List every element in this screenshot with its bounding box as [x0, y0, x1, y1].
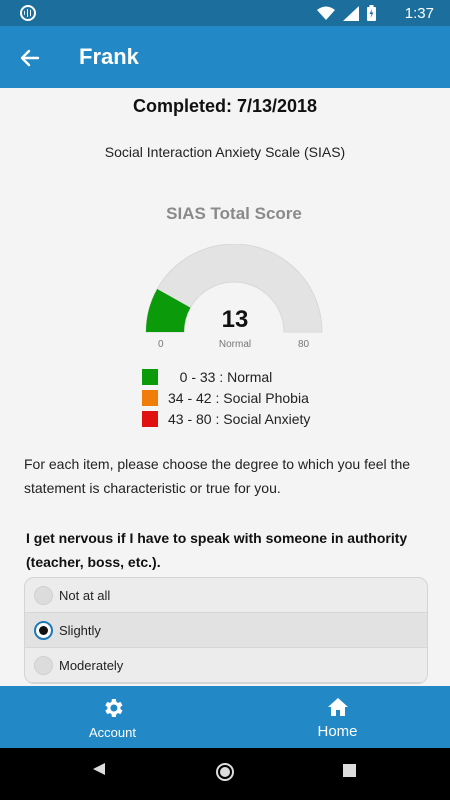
arrow-left-icon	[20, 49, 40, 67]
legend-swatch	[142, 368, 158, 385]
wifi-icon	[317, 6, 335, 20]
status-time: 1:37	[404, 5, 434, 22]
legend-item-normal: 0 - 33 : Normal	[142, 366, 310, 387]
option-label: Moderately	[59, 657, 124, 673]
status-bar: 1:37	[0, 0, 450, 26]
back-button[interactable]	[14, 42, 46, 74]
back-triangle-icon[interactable]	[92, 762, 106, 776]
home-icon	[327, 698, 348, 716]
signal-icon	[343, 5, 359, 21]
option-moderately[interactable]: Moderately	[25, 648, 427, 683]
home-circle-icon[interactable]	[215, 762, 235, 782]
legend-label: 43 - 80 : Social Anxiety	[168, 410, 311, 427]
scale-name: Social Interaction Anxiety Scale (SIAS)	[104, 144, 346, 160]
instructions-text: For each item, please choose the degree …	[24, 456, 411, 496]
nav-home-label: Home	[317, 723, 358, 740]
score-value: 13	[221, 306, 249, 333]
score-legend: 0 - 33 : Normal 34 - 42 : Social Phobia …	[142, 366, 310, 429]
option-not-at-all[interactable]: Not at all	[25, 578, 427, 613]
radio-button[interactable]	[34, 620, 53, 640]
status-icons	[317, 5, 376, 21]
nav-account[interactable]: Account	[0, 686, 225, 748]
gauge-min-label: 0	[158, 339, 164, 350]
battery-icon	[367, 5, 376, 21]
gear-icon	[104, 699, 122, 717]
legend-item-social-anxiety: 43 - 80 : Social Anxiety	[142, 408, 310, 429]
system-nav-bar	[0, 748, 450, 800]
assessment-content[interactable]: Completed: 7/13/2018 Social Interaction …	[0, 88, 450, 686]
legend-label: 0 - 33 : Normal	[168, 368, 273, 385]
legend-swatch	[142, 410, 158, 427]
score-title: SIAS Total Score	[166, 204, 302, 223]
option-label: Not at all	[59, 587, 111, 603]
notification-icon	[20, 5, 36, 21]
radio-button[interactable]	[34, 585, 53, 605]
legend-label: 34 - 42 : Social Phobia	[168, 389, 309, 406]
score-gauge	[145, 244, 323, 333]
recents-square-icon[interactable]	[343, 764, 356, 777]
page-title: Frank	[79, 44, 139, 69]
bottom-nav: Account Home	[0, 686, 450, 748]
legend-item-social-phobia: 34 - 42 : Social Phobia	[142, 387, 310, 408]
option-slightly[interactable]: Slightly	[25, 613, 427, 648]
completed-date: Completed: 7/13/2018	[132, 96, 318, 116]
nav-home[interactable]: Home	[225, 686, 450, 748]
answer-options: Not at all Slightly Moderately	[24, 577, 428, 684]
score-category: Normal	[218, 339, 252, 350]
option-label: Slightly	[59, 622, 101, 638]
app-bar: Frank	[0, 26, 450, 88]
question-text: I get nervous if I have to speak with so…	[26, 530, 408, 570]
nav-account-label: Account	[89, 725, 136, 740]
legend-swatch	[142, 389, 158, 406]
radio-button[interactable]	[34, 655, 53, 675]
gauge-max-label: 80	[298, 339, 310, 350]
